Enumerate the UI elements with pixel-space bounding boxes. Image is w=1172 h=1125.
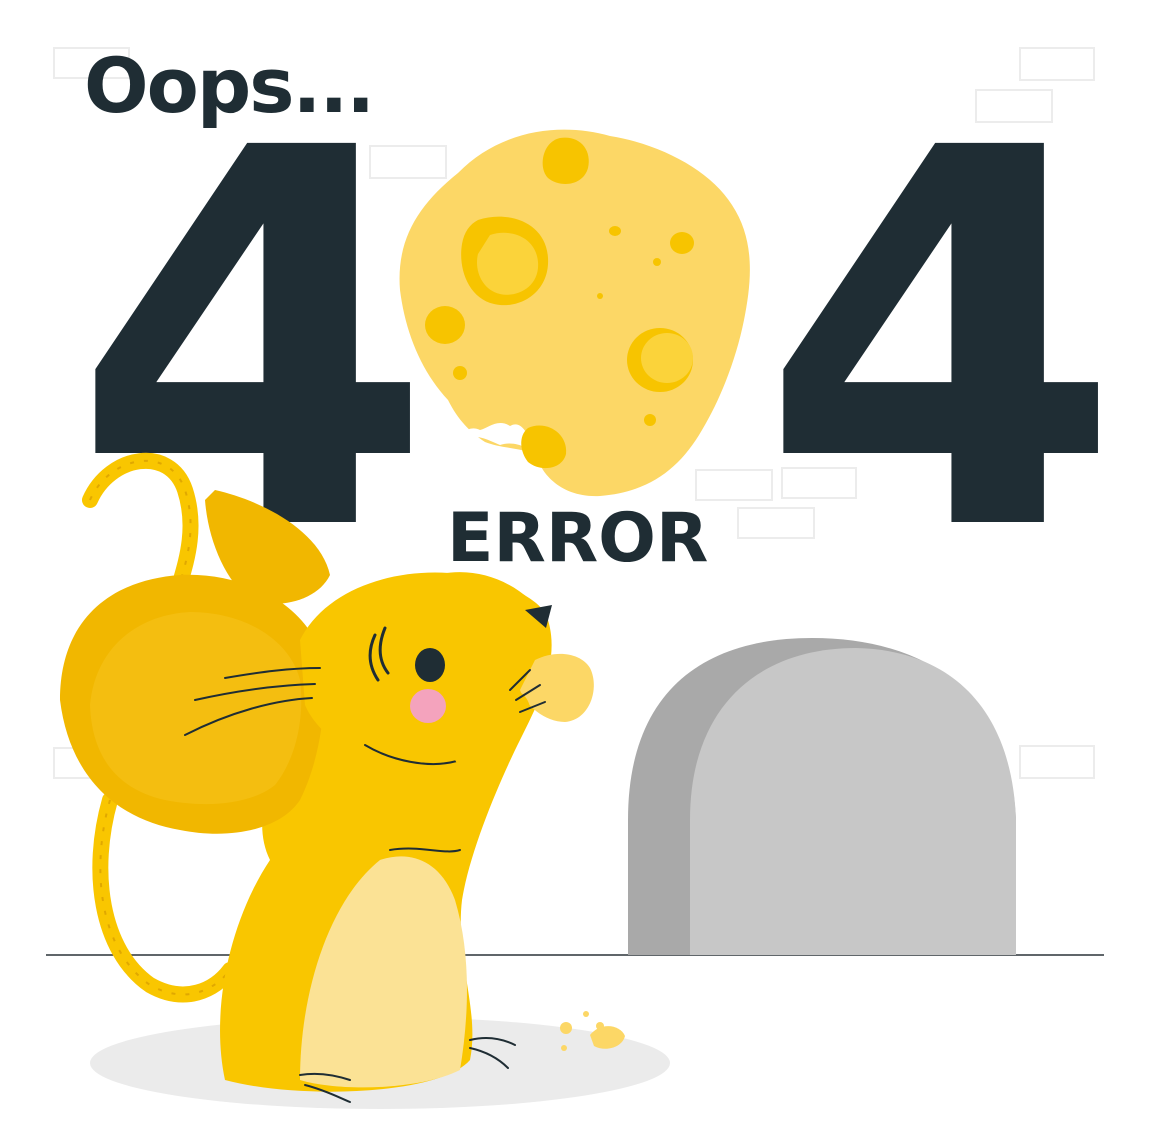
cheese-crumbs xyxy=(560,1011,625,1051)
mouse-character xyxy=(60,452,625,1103)
error-404-scene: Oops... 4 4 ERROR xyxy=(0,0,1172,1125)
mouse-illustration xyxy=(60,452,625,1103)
mouse-cheek xyxy=(410,689,446,723)
mouse-eye xyxy=(415,648,445,682)
